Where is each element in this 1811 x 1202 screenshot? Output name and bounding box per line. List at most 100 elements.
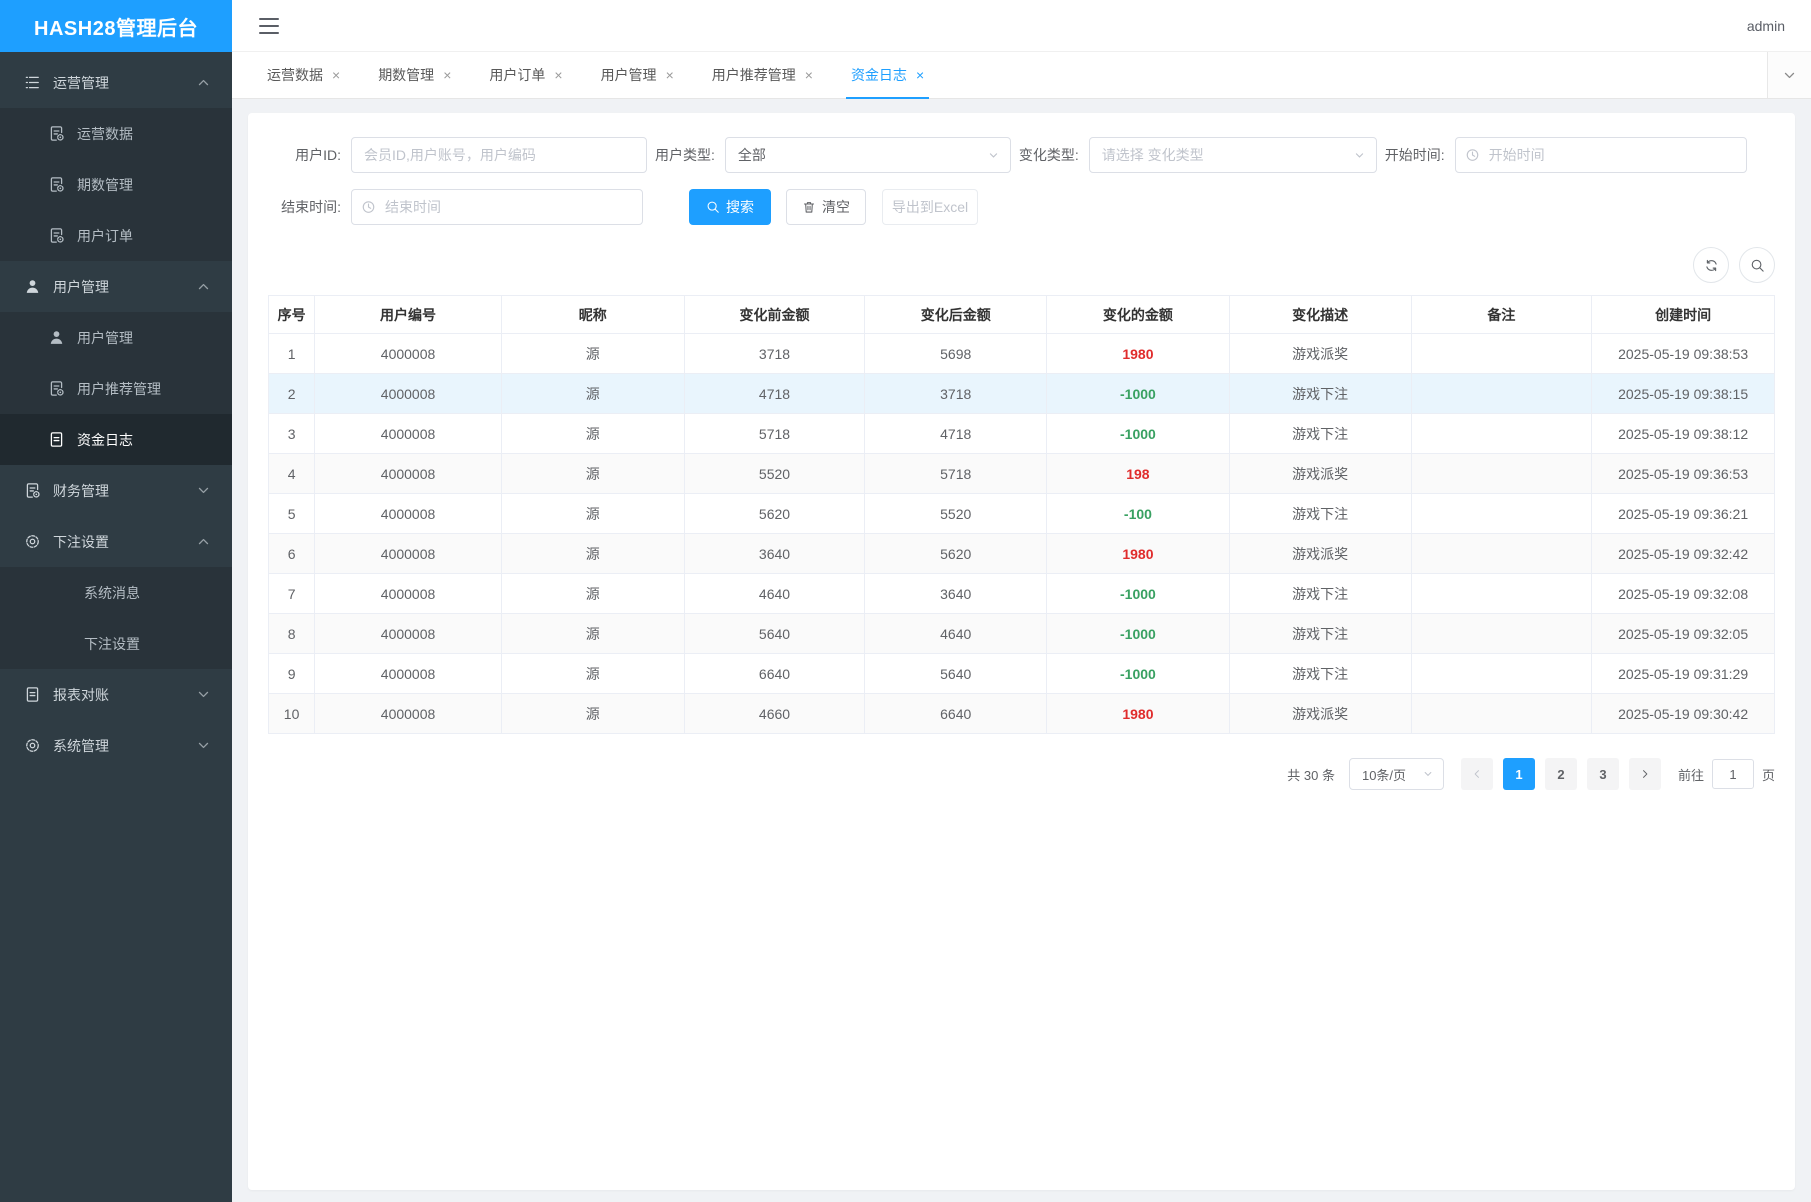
tab-close-icon[interactable]: × [666,68,674,82]
change-type-placeholder: 请选择 变化类型 [1102,145,1204,165]
user-type-value: 全部 [738,145,766,165]
tab-close-icon[interactable]: × [554,68,562,82]
sidebar-item[interactable]: 系统管理 [0,720,232,771]
end-time-input[interactable] [351,189,643,225]
tabs-dropdown-button[interactable] [1767,52,1811,98]
table-row: 94000008源66405640-1000游戏下注2025-05-19 09:… [269,654,1775,694]
chevron-down-icon [1781,67,1798,84]
column-header: 备注 [1411,296,1592,334]
tab[interactable]: 用户推荐管理 × [693,52,832,98]
column-header: 创建时间 [1592,296,1775,334]
start-time-label: 开始时间: [1385,145,1455,165]
goto-page-input[interactable] [1712,759,1754,789]
sidebar-item[interactable]: 用户订单 [0,210,232,261]
refresh-icon [1704,258,1719,273]
end-time-field [351,189,643,225]
sidebar-item[interactable]: 运营管理 [0,57,232,108]
content-area: 用户ID: 用户类型: 全部 变化类型: 请选择 变化类型 开始时间: [232,99,1811,1202]
sidebar: HASH28管理后台 运营管理运营数据期数管理用户订单用户管理用户管理用户推荐管… [0,0,232,1202]
gear-icon [24,737,41,754]
sidebar-item[interactable]: 下注设置 [0,618,232,669]
table-search-button[interactable] [1739,247,1775,283]
tab-label: 期数管理 [378,65,434,85]
chevron-up-icon [195,74,212,91]
tab[interactable]: 运营数据 × [248,52,359,98]
user-type-select[interactable]: 全部 [725,137,1011,173]
user-name[interactable]: admin [1747,18,1785,34]
tab[interactable]: 用户管理 × [582,52,693,98]
user-icon [24,278,41,295]
sidebar-item[interactable]: 财务管理 [0,465,232,516]
page-size-select[interactable]: 10条/页 [1349,758,1444,790]
search-button[interactable]: 搜索 [689,189,771,225]
user-id-input[interactable] [351,137,647,173]
main-column: admin 运营数据 × 期数管理 × 用户订单 × 用户管理 × 用户推荐管理 × 资金日志 × 用… [232,0,1811,1202]
page-number-button[interactable]: 3 [1587,758,1619,790]
hamburger-menu-icon[interactable] [259,18,279,34]
user-icon [48,329,65,346]
table-row: 104000008源466066401980游戏派奖2025-05-19 09:… [269,694,1775,734]
table-row: 74000008源46403640-1000游戏下注2025-05-19 09:… [269,574,1775,614]
sidebar-menu: 运营管理运营数据期数管理用户订单用户管理用户管理用户推荐管理资金日志财务管理下注… [0,52,232,1202]
pagination: 共 30 条 10条/页 123 前往 页 [268,758,1775,790]
trash-icon [802,200,816,214]
column-header: 昵称 [501,296,684,334]
sidebar-item[interactable]: 报表对账 [0,669,232,720]
tab-close-icon[interactable]: × [443,68,451,82]
sidebar-item[interactable]: 资金日志 [0,414,232,465]
tab-label: 资金日志 [851,65,907,85]
refresh-button[interactable] [1693,247,1729,283]
export-excel-button[interactable]: 导出到Excel [882,189,978,225]
column-header: 变化前金额 [684,296,865,334]
change-type-select[interactable]: 请选择 变化类型 [1089,137,1377,173]
topbar: admin [232,0,1811,52]
tab-label: 运营数据 [267,65,323,85]
page-number-button[interactable]: 1 [1503,758,1535,790]
sidebar-item[interactable]: 系统消息 [0,567,232,618]
sidebar-item[interactable]: 下注设置 [0,516,232,567]
tab[interactable]: 资金日志 × [832,52,943,98]
sidebar-item[interactable]: 用户推荐管理 [0,363,232,414]
chevron-down-icon [195,686,212,703]
page-size-value: 10条/页 [1362,765,1406,784]
doc-icon [48,431,65,448]
doc-icon [24,686,41,703]
docgear-icon [48,227,65,244]
search-icon [706,200,720,214]
sidebar-item[interactable]: 运营数据 [0,108,232,159]
sidebar-submenu: 用户管理用户推荐管理资金日志 [0,312,232,465]
clear-button[interactable]: 清空 [786,189,866,225]
filter-row-1: 用户ID: 用户类型: 全部 变化类型: 请选择 变化类型 开始时间: [268,137,1775,173]
table-row: 34000008源57184718-1000游戏下注2025-05-19 09:… [269,414,1775,454]
tab-label: 用户管理 [601,65,657,85]
sidebar-item[interactable]: 期数管理 [0,159,232,210]
sidebar-item[interactable]: 用户管理 [0,312,232,363]
change-type-label: 变化类型: [1019,145,1089,165]
prev-page-button[interactable] [1461,758,1493,790]
docgear-icon [48,380,65,397]
tab-close-icon[interactable]: × [805,68,813,82]
main-card: 用户ID: 用户类型: 全部 变化类型: 请选择 变化类型 开始时间: [248,113,1795,1190]
next-page-button[interactable] [1629,758,1661,790]
docgear-icon [48,176,65,193]
tab-close-icon[interactable]: × [332,68,340,82]
table-row: 54000008源56205520-100游戏下注2025-05-19 09:3… [269,494,1775,534]
funds-log-table: 序号用户编号昵称变化前金额变化后金额变化的金额变化描述备注创建时间 140000… [268,295,1775,734]
tab-label: 用户订单 [489,65,545,85]
tab-label: 用户推荐管理 [712,65,796,85]
tab-close-icon[interactable]: × [916,68,924,82]
chevron-right-icon [1639,768,1651,780]
tab[interactable]: 用户订单 × [470,52,581,98]
page-number-button[interactable]: 2 [1545,758,1577,790]
start-time-input[interactable] [1455,137,1747,173]
app-root: HASH28管理后台 运营管理运营数据期数管理用户订单用户管理用户管理用户推荐管… [0,0,1811,1202]
page-buttons: 123 [1498,758,1624,790]
total-count: 共 30 条 [1287,765,1335,784]
tab[interactable]: 期数管理 × [359,52,470,98]
sidebar-item[interactable]: 用户管理 [0,261,232,312]
sidebar-submenu: 运营数据期数管理用户订单 [0,108,232,261]
column-header: 用户编号 [315,296,502,334]
docgear-icon [48,125,65,142]
chevron-down-icon [195,737,212,754]
goto-label: 前往 [1678,765,1704,784]
